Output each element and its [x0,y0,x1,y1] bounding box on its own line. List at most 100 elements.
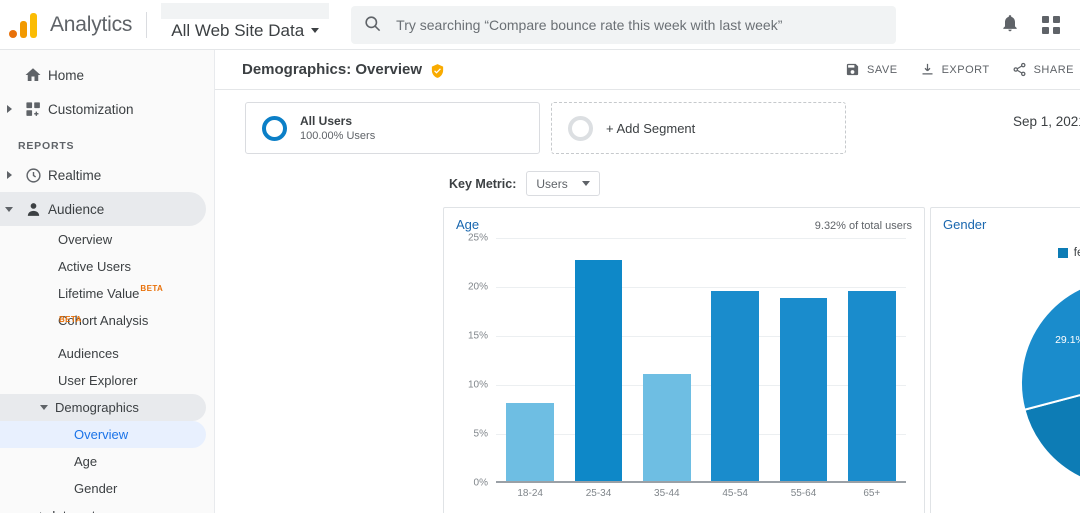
bar[interactable] [711,291,760,481]
sidebar-sub-label: Age [74,454,98,469]
bar-column[interactable] [701,238,769,481]
bar-column[interactable] [496,238,564,481]
bar-column[interactable] [633,238,701,481]
gender-pie-svg [1020,287,1080,479]
bar[interactable] [574,260,623,481]
age-card-link[interactable]: Age [456,217,479,232]
caret-down-icon [581,181,590,186]
age-chart-y-axis: 0% 5% 10% 15% 20% 25% [454,233,488,489]
y-axis-tick-label: 0% [473,477,488,489]
add-segment-button[interactable]: + Add Segment [551,102,846,154]
segment-all-users[interactable]: All Users 100.00% Users [245,102,540,154]
brand-title: Analytics [50,12,133,36]
gender-chart-legend: femalemale [931,247,1080,259]
beta-badge: BETA [59,315,82,324]
age-chart-plot [496,238,906,483]
age-chart-bars [496,238,906,481]
legend-item[interactable]: female [1057,247,1080,259]
sidebar-item-demographics-age[interactable]: Age [0,448,206,475]
bell-icon[interactable] [1000,13,1020,36]
person-icon [18,201,48,218]
search-box[interactable] [351,5,897,44]
home-icon [18,66,48,84]
gender-card-header: Gender [931,208,1080,232]
caret-down-icon [311,28,320,33]
sidebar-item-active-users[interactable]: Active Users [0,253,206,280]
sidebar-item-customization[interactable]: Customization [0,92,206,126]
gender-card-link[interactable]: Gender [943,217,986,232]
sidebar-item-label: Customization [48,101,134,117]
save-button-label: SAVE [867,63,898,76]
search-input[interactable] [396,16,885,33]
sidebar: Home Customization REPORTS Realtime Audi… [0,50,215,513]
bar-column[interactable] [838,238,906,481]
age-chart-x-labels: 18-24 25-34 35-44 45-54 55-64 65+ [496,488,906,499]
sidebar-item-home[interactable]: Home [0,58,206,92]
bar-column[interactable] [564,238,632,481]
legend-label: female [1073,247,1080,259]
sidebar-item-audience[interactable]: Audience [0,192,206,226]
add-segment-ring-icon [568,115,593,141]
sidebar-sub-label: Overview [58,232,113,247]
share-button-label: SHARE [1033,63,1074,76]
share-button[interactable]: SHARE [1012,62,1074,77]
x-axis-tick-label: 65+ [863,488,881,499]
bar[interactable] [506,403,555,481]
gender-card: Gender femalemale 70.9%29.1% [930,207,1080,513]
sidebar-item-interests[interactable]: Interests [0,502,206,513]
sidebar-item-label: Home [48,67,85,83]
page-title: Demographics: Overview [242,61,423,78]
top-bar: Analytics All Web Site Data [0,0,1080,50]
legend-swatch [1057,248,1068,258]
sidebar-item-demographics-overview[interactable]: Overview [0,421,206,448]
sidebar-item-user-explorer[interactable]: User Explorer [0,367,206,394]
y-axis-tick-label: 25% [467,232,488,244]
save-button[interactable]: SAVE [845,62,898,77]
sidebar-item-demographics-gender[interactable]: Gender [0,475,206,502]
sidebar-item-cohort-analysis[interactable]: Cohort Analysis BETA [0,307,206,334]
x-axis-tick-label: 45-54 [722,488,748,499]
key-metric-row: Key Metric: Users [215,154,1080,196]
search-icon [363,14,382,36]
key-metric-value: Users [536,176,568,191]
sidebar-sub-label: Gender [74,481,118,496]
key-metric-select[interactable]: Users [526,171,600,196]
segment-title: All Users [300,113,353,128]
sidebar-sub-label: Interests [52,508,102,513]
chevron-down-icon [40,405,48,410]
shield-check-icon [430,63,445,79]
sidebar-item-label: Audience [48,201,105,217]
segment-bar: All Users 100.00% Users + Add Segment Se… [215,90,1080,154]
x-axis-tick-label: 18-24 [517,488,543,499]
export-button[interactable]: EXPORT [920,62,990,77]
sidebar-item-lifetime-value[interactable]: Lifetime Value BETA [0,280,206,307]
bar[interactable] [642,374,691,481]
sidebar-sub-label: Lifetime Value [58,286,140,301]
segment-ring-icon [262,115,287,141]
bar[interactable] [779,298,828,481]
x-axis-tick-label: 25-34 [585,488,612,499]
bar-column[interactable] [769,238,837,481]
page-actions: SAVE EXPORT SHARE [845,62,1080,77]
key-metric-label: Key Metric: [449,176,517,191]
sidebar-sub-label: Overview [74,427,129,442]
page-header: Demographics: Overview SAVE EXPORT SHARE [215,50,1080,90]
date-range-selector[interactable]: Sep 1, 2021 - [1013,114,1080,130]
age-card-meta: 9.32% of total users [814,220,912,232]
sidebar-item-realtime[interactable]: Realtime [0,158,206,192]
bar[interactable] [847,291,896,481]
y-axis-tick-label: 15% [467,330,488,342]
sidebar-item-demographics[interactable]: Demographics [0,394,206,421]
apps-grid-icon[interactable] [1042,15,1060,34]
pie-slice-label: 29.1% [1055,333,1080,346]
main-content: Demographics: Overview SAVE EXPORT SHARE… [215,50,1080,513]
y-axis-tick-label: 20% [467,281,488,293]
customization-icon [18,101,48,118]
age-card: Age 9.32% of total users 0% 5% 10% 15% 20% 25… [443,207,925,513]
sidebar-item-audience-overview[interactable]: Overview [0,226,206,253]
y-axis-tick-label: 10% [467,379,488,391]
sidebar-item-audiences[interactable]: Audiences [0,340,206,367]
chevron-right-icon [0,171,18,179]
account-selector[interactable]: All Web Site Data [161,2,330,47]
gender-pie-chart: 70.9%29.1% [931,265,1080,505]
